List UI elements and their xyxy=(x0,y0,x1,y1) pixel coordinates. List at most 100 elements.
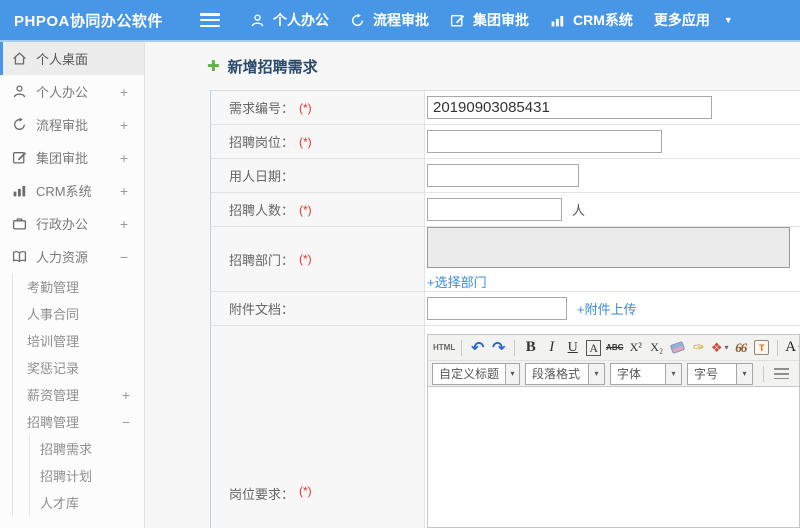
hr-submenu: 考勤管理 人事合同 培训管理 奖惩记录 薪资管理 + 招聘管理 − 招聘需求 招… xyxy=(12,273,144,516)
hamburger-menu-icon[interactable] xyxy=(200,13,220,27)
sidebar-subitem-label: 培训管理 xyxy=(27,334,80,349)
field-label: 招聘岗位： xyxy=(229,135,295,150)
align-left-icon[interactable] xyxy=(774,368,789,379)
field-value-cell: +附件上传 xyxy=(425,292,800,325)
color-palette-button[interactable]: ❖ ▾ xyxy=(710,337,729,359)
request-number-input[interactable] xyxy=(427,96,712,119)
expand-plus-icon[interactable]: + xyxy=(122,387,144,403)
required-mark: (*) xyxy=(299,134,312,149)
sidebar-subitem-salary[interactable]: 薪资管理 + xyxy=(13,381,144,408)
sidebar-subsubitem-label: 人才库 xyxy=(40,496,80,511)
sidebar-subsubitem-recruit-plan[interactable]: 招聘计划 xyxy=(30,462,144,489)
sidebar-subitem-attendance[interactable]: 考勤管理 xyxy=(13,273,144,300)
top-nav: 个人办公 流程审批 集团审批 CRM系统 更多应用 ▼ xyxy=(250,10,754,30)
attachment-upload-link[interactable]: +附件上传 xyxy=(577,299,637,318)
font-color-button[interactable]: A▾ xyxy=(784,337,799,359)
nav-workflow-approval[interactable]: 流程审批 xyxy=(350,10,429,30)
nav-group-approval[interactable]: 集团审批 xyxy=(450,10,529,30)
headcount-unit: 人 xyxy=(572,203,586,218)
toolbar-separator xyxy=(514,339,516,356)
field-value-cell xyxy=(425,125,800,158)
field-label: 招聘人数： xyxy=(229,203,295,218)
eraser-icon xyxy=(670,341,686,354)
subscript-button[interactable]: X₂ xyxy=(647,337,666,359)
sidebar-subitem-training[interactable]: 培训管理 xyxy=(13,327,144,354)
top-bar: PHPOA协同办公软件 个人办公 流程审批 集团审批 CRM系统 更多应用 ▼ xyxy=(0,0,800,42)
field-label-cell: 附件文档： xyxy=(211,292,425,325)
underline-button[interactable]: U xyxy=(563,337,582,359)
sidebar-item-admin-office[interactable]: 行政办公 + xyxy=(0,207,144,240)
redo-button[interactable]: ↷ xyxy=(489,337,508,359)
expand-plus-icon[interactable]: + xyxy=(120,117,144,133)
field-label: 需求编号： xyxy=(229,101,295,116)
nav-more-apps[interactable]: 更多应用 ▼ xyxy=(654,10,733,30)
field-label: 招聘部门： xyxy=(229,252,295,268)
home-icon xyxy=(13,52,26,65)
sidebar-item-personal-desktop[interactable]: 个人桌面 xyxy=(0,42,144,75)
select-department-link[interactable]: +选择部门 xyxy=(427,272,487,291)
collapse-minus-icon[interactable]: − xyxy=(120,249,144,265)
paragraph-format-dropdown[interactable]: 段落格式 ▾ xyxy=(525,362,605,385)
field-value-cell: HTML ↶ ↷ B I U A ABC X² X₂ ✑ ❖ ▾ 66 T A … xyxy=(425,326,800,528)
hire-date-input[interactable] xyxy=(427,164,579,187)
sidebar-item-label: 流程审批 xyxy=(36,118,89,133)
undo-button[interactable]: ↶ xyxy=(468,337,487,359)
border-text-button[interactable]: A xyxy=(584,337,603,359)
superscript-button[interactable]: X² xyxy=(626,337,645,359)
field-value-cell: +选择部门 xyxy=(425,227,800,291)
form-row-job-requirements: 岗位要求： (*) HTML ↶ ↷ B I U A ABC X² X₂ ✑ ❖… xyxy=(211,326,800,528)
strikethrough-button[interactable]: ABC xyxy=(605,337,624,359)
html-source-button[interactable]: HTML xyxy=(433,337,455,359)
form-row-department: 招聘部门： (*) +选择部门 xyxy=(211,227,800,292)
sidebar-subitem-rewards[interactable]: 奖惩记录 xyxy=(13,354,144,381)
book-icon xyxy=(12,251,27,263)
font-size-dropdown[interactable]: 字号 ▾ xyxy=(687,362,753,385)
expand-plus-icon[interactable]: + xyxy=(120,84,144,100)
sidebar-subitem-recruitment[interactable]: 招聘管理 − xyxy=(13,408,144,435)
sidebar-item-crm-system[interactable]: CRM系统 + xyxy=(0,174,144,207)
page-title-row: ✚ 新增招聘需求 xyxy=(145,42,800,90)
field-label: 用人日期： xyxy=(229,169,295,184)
field-label-cell: 用人日期： xyxy=(211,159,425,192)
sidebar-item-human-resources[interactable]: 人力资源 − xyxy=(0,240,144,273)
headcount-input[interactable] xyxy=(427,198,562,221)
form-row-hire-date: 用人日期： xyxy=(211,159,800,193)
sidebar-subsubitem-label: 招聘计划 xyxy=(40,469,93,484)
field-label-cell: 招聘人数： (*) xyxy=(211,193,425,226)
dropdown-label: 段落格式 xyxy=(532,367,581,381)
expand-plus-icon[interactable]: + xyxy=(120,183,144,199)
paste-table-button[interactable]: T xyxy=(752,337,771,359)
sidebar-subsubitem-recruit-request[interactable]: 招聘需求 xyxy=(30,435,144,462)
caret-down-icon: ▾ xyxy=(724,343,729,352)
field-label-cell: 招聘岗位： (*) xyxy=(211,125,425,158)
field-label: 附件文档： xyxy=(229,302,295,317)
page-title: 新增招聘需求 xyxy=(227,58,318,76)
sidebar-subsubitem-talent-pool[interactable]: 人才库 xyxy=(30,489,144,516)
nav-crm-system[interactable]: CRM系统 xyxy=(550,10,633,30)
field-label: 岗位要求： xyxy=(229,487,295,502)
italic-button[interactable]: I xyxy=(542,337,561,359)
sidebar-subitem-hr-contract[interactable]: 人事合同 xyxy=(13,300,144,327)
expand-plus-icon[interactable]: + xyxy=(120,216,144,232)
eraser-button[interactable] xyxy=(668,337,687,359)
expand-plus-icon[interactable]: + xyxy=(120,150,144,166)
field-value-cell xyxy=(425,91,800,124)
sidebar-item-workflow-approval[interactable]: 流程审批 + xyxy=(0,108,144,141)
editor-content-area[interactable] xyxy=(428,387,799,527)
attachment-input[interactable] xyxy=(427,297,567,320)
bold-button[interactable]: B xyxy=(521,337,540,359)
sidebar-item-label: 人力资源 xyxy=(36,250,89,265)
sidebar-item-group-approval[interactable]: 集团审批 + xyxy=(0,141,144,174)
sidebar-item-label: 行政办公 xyxy=(36,217,89,232)
custom-heading-dropdown[interactable]: 自定义标题 ▾ xyxy=(432,362,520,385)
department-textarea[interactable] xyxy=(427,227,790,268)
caret-down-icon: ▾ xyxy=(798,343,799,352)
format-painter-button[interactable]: ✑ xyxy=(689,337,708,359)
dropdown-label: 字体 xyxy=(617,367,642,381)
nav-personal-office[interactable]: 个人办公 xyxy=(250,10,329,30)
sidebar-item-personal-office[interactable]: 个人办公 + xyxy=(0,75,144,108)
collapse-minus-icon[interactable]: − xyxy=(122,414,144,430)
blockquote-button[interactable]: 66 xyxy=(731,337,750,359)
position-input[interactable] xyxy=(427,130,662,153)
font-family-dropdown[interactable]: 字体 ▾ xyxy=(610,362,682,385)
